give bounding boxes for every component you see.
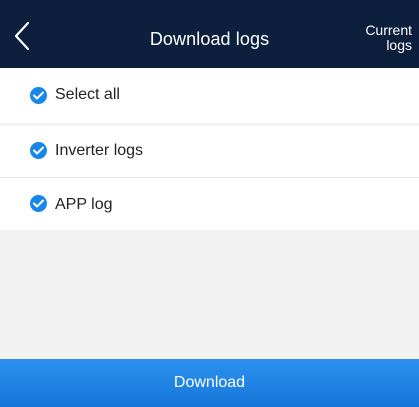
select-all-row[interactable]: Select all bbox=[0, 68, 419, 123]
download-logs-screen: Download logs Current logs Select all In… bbox=[0, 0, 419, 407]
inverter-logs-row[interactable]: Inverter logs bbox=[0, 126, 419, 177]
checkbox-checked-icon[interactable] bbox=[30, 195, 47, 212]
download-button[interactable]: Download bbox=[0, 359, 419, 407]
inverter-logs-label: Inverter logs bbox=[55, 142, 144, 159]
current-logs-line2: logs bbox=[386, 37, 412, 53]
checkbox-checked-icon[interactable] bbox=[30, 87, 47, 104]
select-all-label: Select all bbox=[55, 86, 120, 103]
app-log-row[interactable]: APP log bbox=[0, 178, 419, 230]
current-logs-line1: Current bbox=[365, 22, 412, 38]
current-logs-button[interactable]: Current logs bbox=[342, 23, 412, 53]
checkbox-checked-icon[interactable] bbox=[30, 142, 47, 159]
app-log-label: APP log bbox=[55, 196, 113, 213]
app-header: Download logs Current logs bbox=[0, 0, 419, 68]
